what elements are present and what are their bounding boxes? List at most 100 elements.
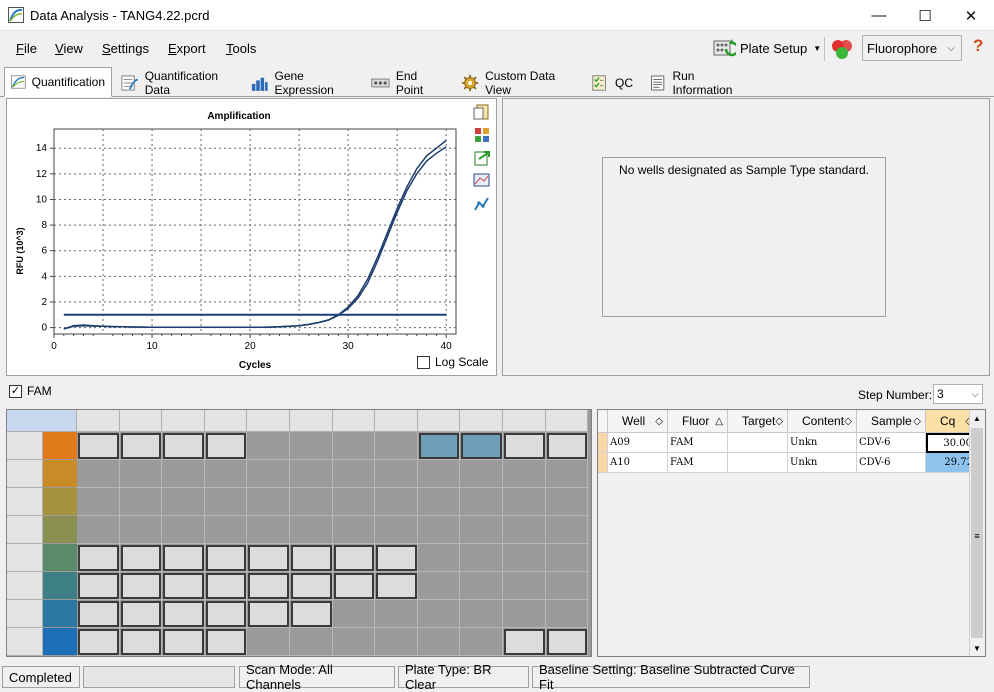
plate-cell[interactable] (503, 488, 546, 516)
plate-cell[interactable] (247, 516, 290, 544)
plate-column-header[interactable] (375, 410, 418, 432)
plate-column-header[interactable] (545, 410, 589, 432)
plate-row-header[interactable] (7, 460, 43, 488)
plate-well[interactable] (120, 573, 162, 599)
plate-well[interactable] (120, 629, 162, 655)
plate-well[interactable] (120, 601, 162, 627)
copy-icon[interactable] (473, 103, 491, 121)
plate-cell[interactable] (545, 488, 589, 516)
plate-cell[interactable] (417, 628, 461, 656)
plate-cell[interactable] (332, 600, 376, 628)
plate-cell[interactable] (460, 460, 503, 488)
plate-cell[interactable] (545, 600, 589, 628)
scroll-up-arrow[interactable]: ▲ (969, 410, 985, 426)
plate-cell[interactable] (204, 516, 248, 544)
plate-well[interactable] (163, 601, 204, 627)
plate-cell[interactable] (375, 460, 418, 488)
tab-quantification-data[interactable]: Quantification Data (114, 69, 242, 97)
plate-well[interactable] (504, 629, 545, 655)
plate-column-header[interactable] (247, 410, 290, 432)
plate-cell[interactable] (119, 460, 163, 488)
plate-cell[interactable] (332, 516, 376, 544)
plate-well[interactable] (504, 433, 545, 459)
plate-cell[interactable] (77, 516, 120, 544)
plate-cell[interactable] (332, 432, 376, 460)
fluorophore-select[interactable]: Fluorophore ⌵ (862, 35, 962, 61)
plate-cell[interactable] (290, 516, 333, 544)
row-indicator[interactable] (598, 433, 608, 453)
plate-well[interactable] (163, 545, 204, 571)
table-cell-target[interactable] (728, 433, 788, 453)
plate-column-header[interactable] (460, 410, 503, 432)
plate-cell[interactable] (545, 572, 589, 600)
tab-custom-data-view[interactable]: Custom Data View (454, 69, 582, 97)
plate-cell[interactable] (417, 460, 461, 488)
plate-cell[interactable] (290, 488, 333, 516)
zoom-chart-icon[interactable] (473, 172, 491, 190)
table-cell-target[interactable] (728, 453, 788, 473)
menu-view[interactable]: View (55, 41, 83, 56)
plate-cell[interactable] (417, 572, 461, 600)
plate-cell[interactable] (460, 628, 503, 656)
plate-cell[interactable] (503, 460, 546, 488)
plate-cell[interactable] (503, 544, 546, 572)
plate-select-all[interactable] (7, 410, 77, 432)
scroll-down-arrow[interactable]: ▼ (969, 640, 985, 656)
maximize-button[interactable]: ☐ (902, 0, 948, 31)
plate-cell[interactable] (375, 516, 418, 544)
plate-cell[interactable] (290, 432, 333, 460)
plate-row-header[interactable] (7, 544, 43, 572)
plate-well[interactable] (205, 629, 247, 655)
plate-column-header[interactable] (77, 410, 120, 432)
plate-well[interactable] (546, 629, 588, 655)
plate-cell[interactable] (503, 600, 546, 628)
minimize-button[interactable]: — (856, 0, 902, 31)
plate-well[interactable] (248, 545, 289, 571)
plate-column-header[interactable] (503, 410, 546, 432)
plate-cell[interactable] (460, 488, 503, 516)
plate-well[interactable] (461, 433, 502, 459)
plate-well[interactable] (78, 573, 119, 599)
plate-cell[interactable] (375, 488, 418, 516)
plate-row-header[interactable] (7, 488, 43, 516)
tab-qc[interactable]: QC (584, 69, 640, 96)
table-cell-sample[interactable]: CDV-6 (857, 453, 926, 473)
plate-well[interactable] (376, 545, 417, 571)
plate-well[interactable] (291, 573, 332, 599)
plate-row-header[interactable] (7, 516, 43, 544)
plate-cell[interactable] (417, 488, 461, 516)
plate-cell[interactable] (77, 488, 120, 516)
plate-row-header[interactable] (7, 600, 43, 628)
plate-cell[interactable] (290, 460, 333, 488)
plate-well[interactable] (78, 629, 119, 655)
plate-well[interactable] (78, 545, 119, 571)
plate-setup-button[interactable]: Plate Setup ▼ (712, 36, 821, 60)
plate-well[interactable] (163, 629, 204, 655)
table-header-fluor[interactable]: Fluor △ (668, 410, 728, 433)
menu-export[interactable]: Export (168, 41, 206, 56)
menu-settings[interactable]: Settings (102, 41, 149, 56)
plate-cell[interactable] (332, 628, 376, 656)
plate-cell[interactable] (545, 516, 589, 544)
plate-cell[interactable] (247, 488, 290, 516)
plate-cell[interactable] (247, 628, 290, 656)
plate-cell[interactable] (503, 516, 546, 544)
plate-well[interactable] (333, 545, 375, 571)
table-cell-well[interactable]: A09 (608, 433, 668, 453)
menu-file[interactable]: File (16, 41, 37, 56)
table-cell-content[interactable]: Unkn (788, 453, 857, 473)
plate-well[interactable] (291, 601, 332, 627)
plate-cell[interactable] (290, 628, 333, 656)
plate-cell[interactable] (460, 544, 503, 572)
trace-style-icon[interactable] (473, 195, 491, 213)
plate-cell[interactable] (162, 516, 205, 544)
plate-column-header[interactable] (290, 410, 333, 432)
amplification-chart[interactable]: Amplification RFU (10^3) Cycles 0 10 20 30 4… (7, 99, 496, 375)
plate-cell[interactable] (417, 600, 461, 628)
plate-column-header[interactable] (204, 410, 248, 432)
plate-cell[interactable] (162, 488, 205, 516)
table-cell-fluor[interactable]: FAM (668, 433, 728, 453)
plate-cell[interactable] (332, 488, 376, 516)
plate-cell[interactable] (119, 488, 163, 516)
plate-cell[interactable] (204, 488, 248, 516)
